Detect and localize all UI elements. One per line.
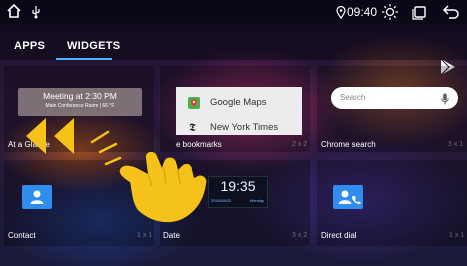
- person-icon: [30, 190, 44, 204]
- location-pin-icon: [336, 5, 346, 23]
- mic-icon: [441, 92, 449, 105]
- double-left-arrow-icon: [26, 118, 74, 154]
- brightness-icon[interactable]: [381, 3, 399, 25]
- widget-size: 1 x 1: [137, 232, 153, 239]
- clock-time: 09:40: [347, 5, 378, 19]
- back-icon[interactable]: [442, 4, 460, 24]
- phone-icon: [351, 196, 361, 205]
- meeting-subtitle: Main Conference Room | 66 °F: [45, 103, 115, 109]
- widget-size: 1 x 1: [449, 232, 465, 239]
- person-icon: [338, 190, 352, 204]
- status-bar: 09:40: [0, 0, 467, 24]
- widget-label: Chrome search: [321, 140, 376, 149]
- widget-label: Date: [163, 231, 180, 240]
- direct-dial-preview: [333, 185, 363, 209]
- widget-size: 3 x 1: [448, 141, 464, 148]
- chrome-search-preview: Search: [331, 87, 458, 109]
- tab-bar: APPS WIDGETS: [0, 24, 467, 76]
- widget-label: Contact: [8, 231, 36, 240]
- meeting-title: Meeting at 2:30 PM: [43, 91, 117, 101]
- contact-preview: [22, 185, 52, 209]
- clock-preview-day: Monday: [249, 198, 264, 203]
- google-maps-icon: [188, 96, 200, 114]
- bookmark-label: Google Maps: [210, 97, 267, 108]
- widget-size: 2 x 2: [292, 141, 308, 148]
- usb-icon: [30, 5, 42, 23]
- home-icon[interactable]: [6, 3, 22, 23]
- bookmark-item: Google Maps: [176, 93, 302, 113]
- widget-label: Direct dial: [321, 231, 357, 240]
- tab-widgets[interactable]: WIDGETS: [67, 40, 120, 52]
- search-placeholder: Search: [340, 93, 366, 102]
- recents-icon[interactable]: [412, 4, 428, 24]
- swipe-hand-icon: [90, 130, 207, 223]
- at-a-glance-preview: Meeting at 2:30 PM Main Conference Room …: [18, 88, 142, 116]
- widget-size: 3 x 2: [292, 232, 308, 239]
- tab-apps[interactable]: APPS: [14, 40, 45, 52]
- tab-active-indicator: [56, 58, 112, 60]
